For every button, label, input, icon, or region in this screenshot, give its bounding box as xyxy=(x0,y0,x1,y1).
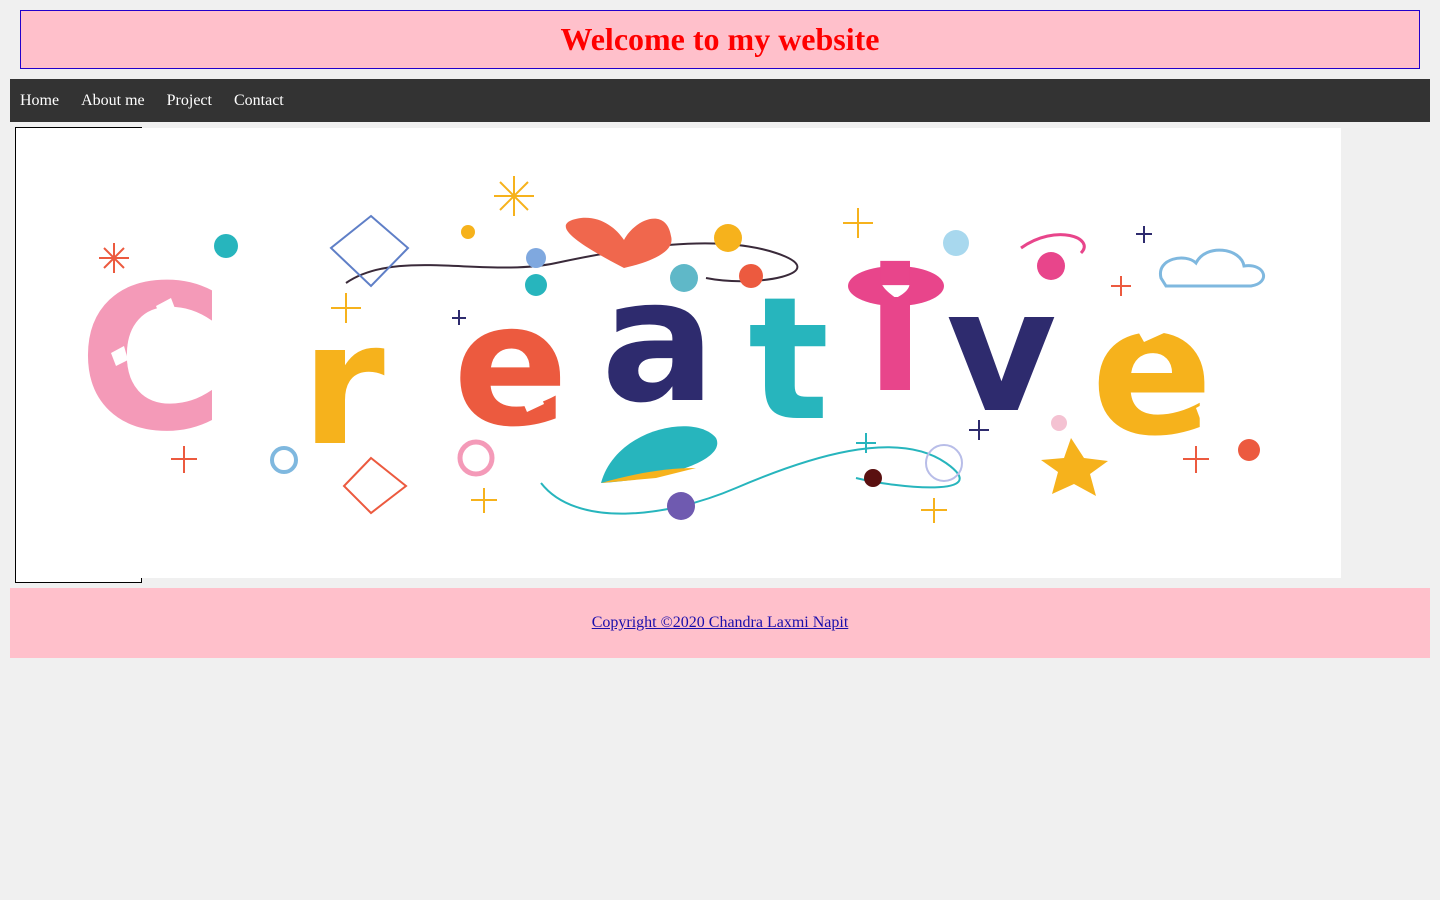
nav-about-me[interactable]: About me xyxy=(71,79,155,122)
site-footer: Copyright ©2020 Chandra Laxmi Napit xyxy=(10,588,1430,658)
site-header: Welcome to my website xyxy=(20,10,1420,69)
page-title: Welcome to my website xyxy=(560,21,880,57)
creative-banner-image: C r e a t i v e xyxy=(16,128,1341,578)
banner-letter: a xyxy=(601,243,716,441)
banner-letter: i xyxy=(866,233,924,431)
nav-project[interactable]: Project xyxy=(157,79,222,122)
banner-letter: v xyxy=(946,253,1057,451)
nav-home[interactable]: Home xyxy=(10,79,69,122)
banner-letter: e xyxy=(1091,267,1213,476)
banner-letter: r xyxy=(301,286,385,484)
banner-letter: t xyxy=(748,261,829,459)
nav-contact[interactable]: Contact xyxy=(224,79,294,122)
top-navbar: Home About me Project Contact xyxy=(10,79,1430,122)
copyright-link[interactable]: Copyright ©2020 Chandra Laxmi Napit xyxy=(592,614,849,632)
banner-letter: e xyxy=(453,267,568,465)
banner-letter: C xyxy=(78,243,225,476)
